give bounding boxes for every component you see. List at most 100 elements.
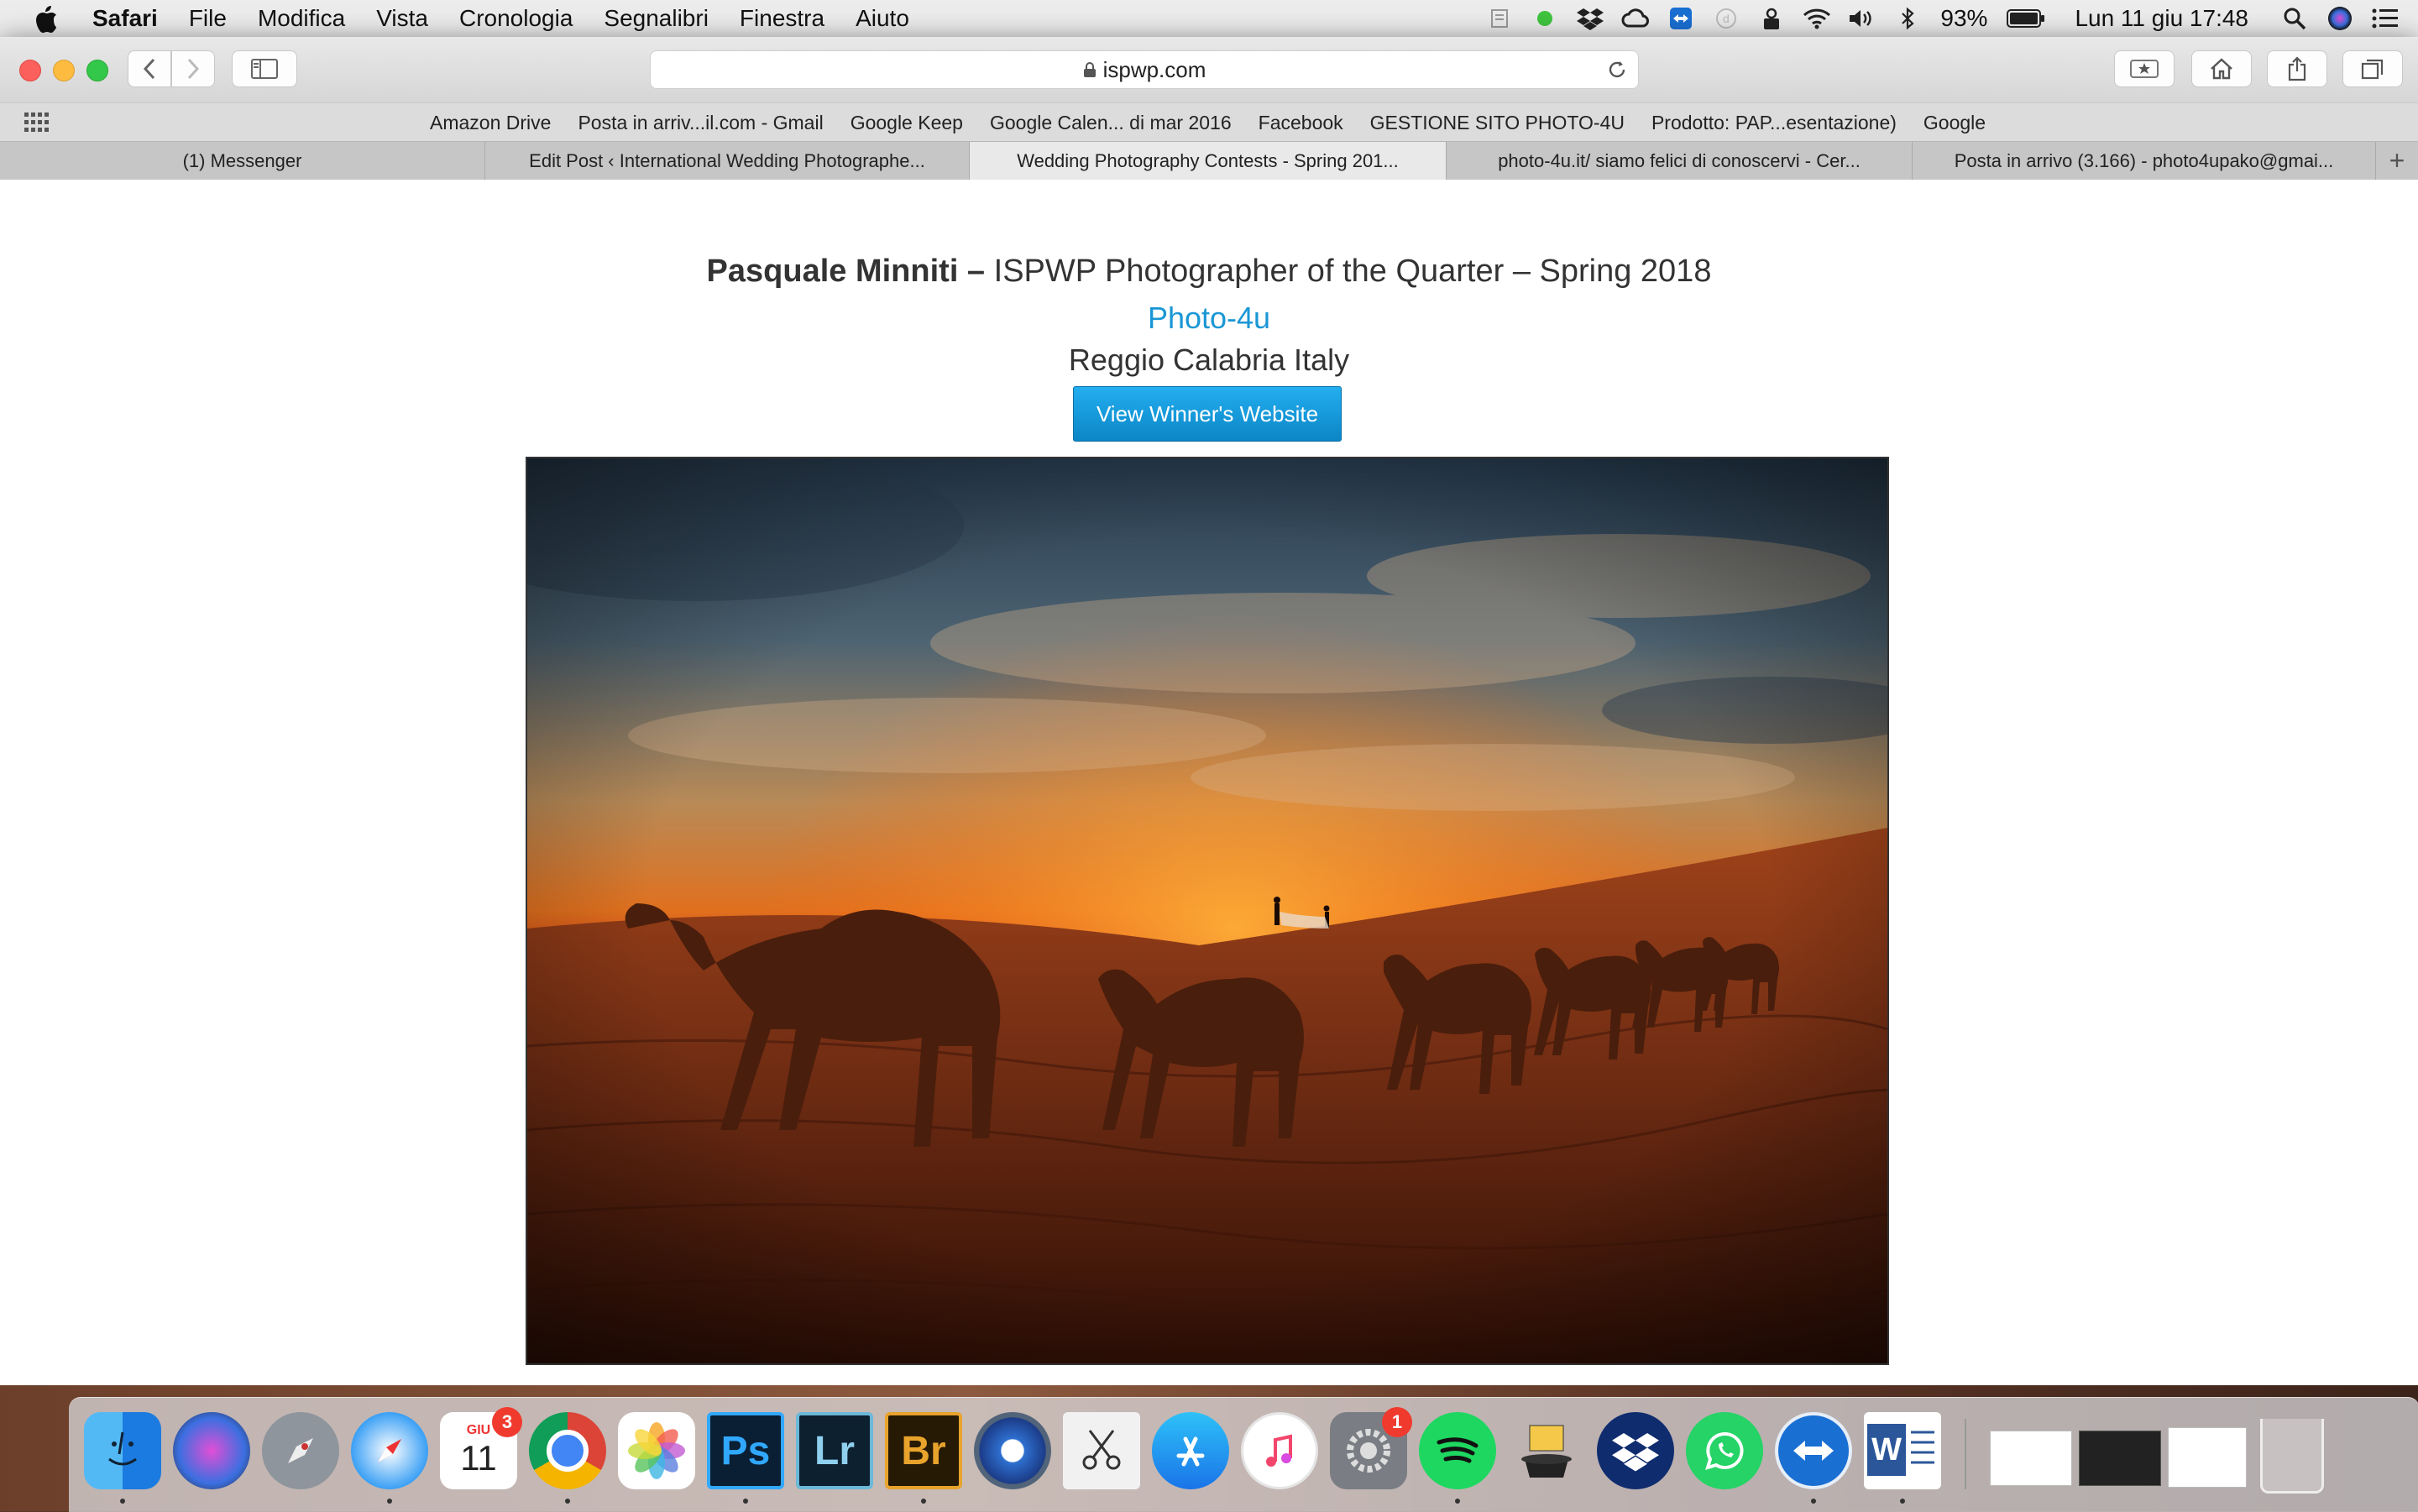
dock-photoshop-icon[interactable]: Ps: [707, 1412, 784, 1489]
studio-link[interactable]: Photo-4u: [0, 301, 2418, 336]
menu-bar: Safari File Modifica Vista Cronologia Se…: [0, 0, 2418, 37]
dock-trash-icon[interactable]: [2260, 1419, 2324, 1494]
battery-icon[interactable]: [2006, 6, 2046, 31]
user-lock-icon[interactable]: [1757, 6, 1786, 31]
tab-wedding-contests[interactable]: Wedding Photography Contests - Spring 20…: [970, 142, 1447, 180]
svg-text:d: d: [1723, 12, 1730, 25]
dropbox-icon[interactable]: [1576, 6, 1604, 31]
dock-chrome-icon[interactable]: [529, 1412, 606, 1489]
new-tab-button[interactable]: +: [2376, 142, 2418, 180]
back-button[interactable]: [128, 50, 171, 87]
menu-clock[interactable]: Lun 11 giu 17:48: [2075, 5, 2248, 32]
menu-modifica[interactable]: Modifica: [258, 5, 345, 32]
dock-itunes-icon[interactable]: [1241, 1412, 1318, 1489]
apps-grid-icon[interactable]: [24, 112, 49, 133]
dock-system-preferences-icon[interactable]: 1: [1330, 1407, 1412, 1489]
dock-launchpad-icon[interactable]: [262, 1412, 339, 1489]
menu-file[interactable]: File: [189, 5, 227, 32]
dock-minimized-window-1[interactable]: [1990, 1431, 2072, 1486]
winning-photo: [526, 457, 1889, 1365]
creative-cloud-icon[interactable]: [1621, 6, 1650, 31]
spotlight-search-icon[interactable]: [2280, 6, 2309, 31]
dock-app-store-icon[interactable]: [1152, 1412, 1229, 1489]
star-icon: [2130, 60, 2159, 78]
dock-lightroom-icon[interactable]: Lr: [796, 1412, 873, 1489]
wifi-icon[interactable]: [1803, 6, 1831, 31]
award-title: ISPWP Photographer of the Quarter – Spri…: [985, 254, 1712, 289]
dock-spotify-icon[interactable]: [1419, 1412, 1496, 1489]
tab-messenger[interactable]: (1) Messenger: [0, 142, 485, 180]
dock-photos-icon[interactable]: [618, 1412, 695, 1489]
dock-siri-icon[interactable]: [173, 1412, 250, 1489]
chevron-left-icon: [143, 58, 155, 80]
web-page: Pasquale Minniti – ISPWP Photographer of…: [0, 180, 2418, 1385]
dock-word-icon[interactable]: W: [1864, 1412, 1941, 1489]
dock-minimized-window-3[interactable]: [2168, 1427, 2247, 1488]
menu-finestra[interactable]: Finestra: [740, 5, 824, 32]
tab-overview-button[interactable]: [2342, 50, 2403, 87]
bookmark-prodotto[interactable]: Prodotto: PAP...esentazione): [1651, 112, 1897, 134]
dock-teamviewer-icon[interactable]: [1775, 1412, 1852, 1489]
green-dot-icon[interactable]: [1531, 6, 1559, 31]
menu-vista[interactable]: Vista: [376, 5, 428, 32]
lightroom-label: Lr: [814, 1428, 855, 1473]
winner-name: Pasquale Minniti –: [706, 254, 986, 289]
dock-bridge-icon[interactable]: Br: [885, 1412, 962, 1489]
d-circle-icon[interactable]: d: [1712, 6, 1740, 31]
dock-dropbox-icon[interactable]: [1597, 1412, 1674, 1489]
tab-posta-in-arrivo[interactable]: Posta in arrivo (3.166) - photo4upako@gm…: [1913, 142, 2376, 180]
menu-cronologia[interactable]: Cronologia: [459, 5, 573, 32]
dock-safari-icon[interactable]: [351, 1412, 428, 1489]
dock-magic-hat-icon[interactable]: [1508, 1412, 1585, 1489]
dock-separator: [1965, 1419, 1966, 1489]
dock-whatsapp-icon[interactable]: [1686, 1412, 1763, 1489]
dock-scissors-icon[interactable]: [1063, 1412, 1140, 1489]
dock-calendar-icon[interactable]: GIU 11 3: [440, 1407, 522, 1489]
bookmark-gmail[interactable]: Posta in arriv...il.com - Gmail: [578, 112, 823, 134]
teamviewer-status-icon[interactable]: [1667, 6, 1695, 31]
home-button[interactable]: [2191, 50, 2252, 87]
volume-icon[interactable]: [1848, 6, 1876, 31]
tab-edit-post[interactable]: Edit Post ‹ International Wedding Photog…: [485, 142, 970, 180]
tab-label: Edit Post ‹ International Wedding Photog…: [529, 149, 925, 171]
menu-segnalibri[interactable]: Segnalibri: [604, 5, 709, 32]
bookmark-facebook[interactable]: Facebook: [1259, 112, 1343, 134]
siri-icon[interactable]: [2326, 6, 2354, 31]
reload-icon[interactable]: [1606, 59, 1628, 81]
menu-aiuto[interactable]: Aiuto: [856, 5, 909, 32]
dock-running-indicator: [921, 1499, 926, 1504]
bookmark-amazon-drive[interactable]: Amazon Drive: [430, 112, 551, 134]
dock-minimized-window-2[interactable]: [2079, 1431, 2161, 1486]
sidebar-toggle-button[interactable]: [232, 50, 297, 87]
bluetooth-icon[interactable]: [1893, 6, 1922, 31]
menu-app-safari[interactable]: Safari: [92, 5, 158, 32]
tab-label: Wedding Photography Contests - Spring 20…: [1017, 149, 1399, 171]
tab-label: (1) Messenger: [182, 149, 302, 171]
address-bar[interactable]: ispwp.com: [650, 50, 1639, 89]
system-preferences-badge: 1: [1382, 1407, 1412, 1437]
forward-button[interactable]: [171, 50, 215, 87]
close-window-button[interactable]: [19, 60, 41, 81]
bookmark-google-calendar[interactable]: Google Calen... di mar 2016: [990, 112, 1232, 134]
fullscreen-window-button[interactable]: [86, 60, 108, 81]
dock-finder-icon[interactable]: [84, 1412, 161, 1489]
view-winner-website-button[interactable]: View Winner's Website: [1073, 386, 1342, 442]
calendar-day: 11: [460, 1438, 497, 1478]
calendar-month: GIU: [466, 1423, 491, 1437]
tab-photo-4u[interactable]: photo-4u.it/ siamo felici di conoscervi …: [1447, 142, 1913, 180]
notification-center-icon[interactable]: [2371, 6, 2400, 31]
apple-icon[interactable]: [34, 4, 59, 33]
bookmark-star-button[interactable]: [2114, 50, 2175, 87]
sidebar-status-icon[interactable]: [1485, 6, 1514, 31]
share-icon: [2288, 56, 2306, 81]
photoshop-label: Ps: [720, 1428, 771, 1473]
bookmark-google[interactable]: Google: [1923, 112, 1986, 134]
bookmark-google-keep[interactable]: Google Keep: [850, 112, 963, 134]
dock-gear-app-icon[interactable]: [974, 1412, 1051, 1489]
dock-running-indicator: [1455, 1499, 1460, 1504]
lock-icon: [1083, 62, 1096, 77]
share-button[interactable]: [2267, 50, 2327, 87]
bookmarks-bar: Amazon Drive Posta in arriv...il.com - G…: [0, 102, 2418, 142]
minimize-window-button[interactable]: [53, 60, 75, 81]
bookmark-gestione-sito[interactable]: GESTIONE SITO PHOTO-4U: [1370, 112, 1625, 134]
